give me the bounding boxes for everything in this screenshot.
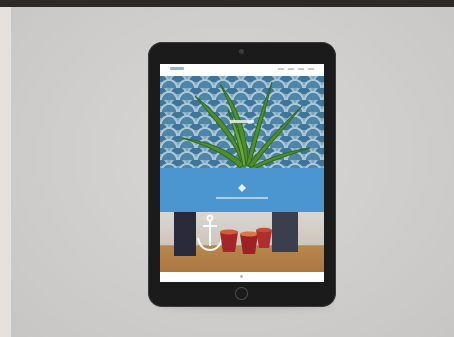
left-edge-strip bbox=[0, 7, 11, 337]
hero-image bbox=[160, 76, 324, 168]
nav-item bbox=[298, 68, 304, 70]
site-logo bbox=[170, 67, 184, 70]
hero-caption-text bbox=[230, 120, 254, 123]
feature-band bbox=[160, 168, 324, 212]
footer-indicator bbox=[240, 275, 243, 278]
camera-icon bbox=[239, 49, 244, 54]
band-text-line bbox=[216, 197, 268, 199]
top-edge-bar bbox=[0, 0, 454, 7]
bowls-photo bbox=[160, 212, 324, 272]
nav-item bbox=[308, 68, 314, 70]
tablet-device bbox=[148, 42, 336, 307]
band-emblem-icon bbox=[238, 184, 246, 192]
nav-item bbox=[288, 68, 294, 70]
site-header bbox=[160, 64, 324, 76]
bowls-illustration bbox=[174, 212, 298, 256]
nav-item bbox=[278, 68, 284, 70]
home-button-icon bbox=[235, 287, 248, 300]
anchor-icon bbox=[197, 214, 223, 252]
tablet-screen bbox=[160, 64, 324, 282]
